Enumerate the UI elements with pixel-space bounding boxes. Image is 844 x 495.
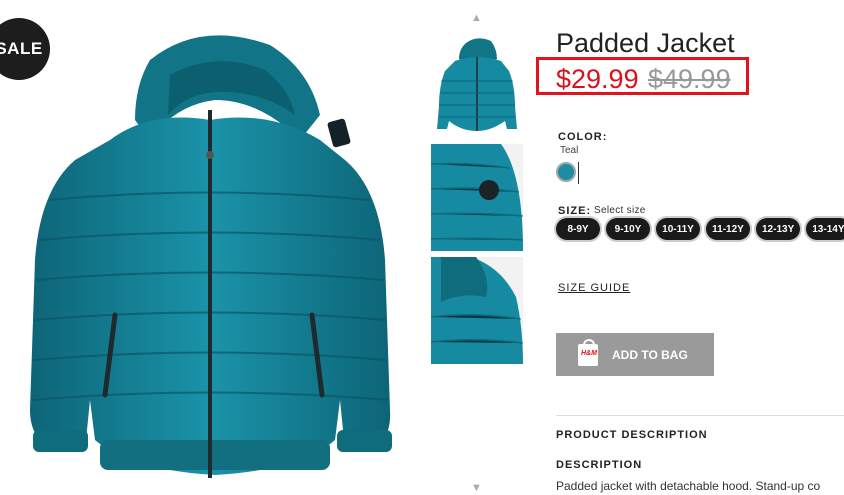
description-label: DESCRIPTION — [556, 459, 643, 471]
size-options: 8-9Y 9-10Y 10-11Y 11-12Y 12-13Y 13-14Y — [556, 218, 844, 240]
thumbnail-front-image — [437, 38, 517, 131]
size-option-13-14y[interactable]: 13-14Y — [806, 218, 844, 240]
bag-logo-text: H&M — [581, 349, 597, 357]
thumbnail-sleeve-image — [431, 144, 523, 251]
color-swatch-teal[interactable] — [556, 162, 576, 182]
original-price: $49.99 — [648, 64, 731, 94]
thumbnail-strip: ▲ ▼ — [431, 0, 523, 495]
thumbnail-hood[interactable] — [431, 257, 523, 364]
description-text: Padded jacket with detachable hood. Stan… — [556, 479, 821, 493]
thumbnail-front[interactable] — [431, 31, 523, 138]
color-name: Teal — [560, 145, 579, 156]
size-hint: Select size — [594, 205, 646, 216]
add-to-bag-label: ADD TO BAG — [612, 347, 688, 362]
size-option-12-13y[interactable]: 12-13Y — [756, 218, 801, 240]
size-guide-link[interactable]: SIZE GUIDE — [558, 282, 630, 294]
color-label: COLOR: — [558, 131, 608, 143]
size-option-10-11y[interactable]: 10-11Y — [656, 218, 700, 240]
chevron-up-icon[interactable]: ▲ — [471, 12, 482, 24]
size-option-11-12y[interactable]: 11-12Y — [706, 218, 750, 240]
main-product-image[interactable] — [0, 0, 425, 495]
size-option-8-9y[interactable]: 8-9Y — [556, 218, 600, 240]
add-to-bag-button[interactable]: H&M ADD TO BAG — [556, 333, 714, 376]
section-divider — [556, 415, 844, 416]
chevron-down-icon[interactable]: ▼ — [471, 482, 482, 494]
size-option-9-10y[interactable]: 9-10Y — [606, 218, 650, 240]
thumbnail-hood-image — [431, 257, 523, 364]
color-swatch-container — [556, 162, 579, 184]
sale-price: $29.99 — [556, 64, 639, 94]
shopping-bag-icon: H&M — [578, 338, 598, 366]
product-title: Padded Jacket — [556, 28, 735, 58]
jacket-illustration — [30, 35, 392, 478]
thumbnail-sleeve[interactable] — [431, 144, 523, 251]
size-label: SIZE: — [558, 205, 592, 217]
product-description-heading: PRODUCT DESCRIPTION — [556, 429, 708, 441]
